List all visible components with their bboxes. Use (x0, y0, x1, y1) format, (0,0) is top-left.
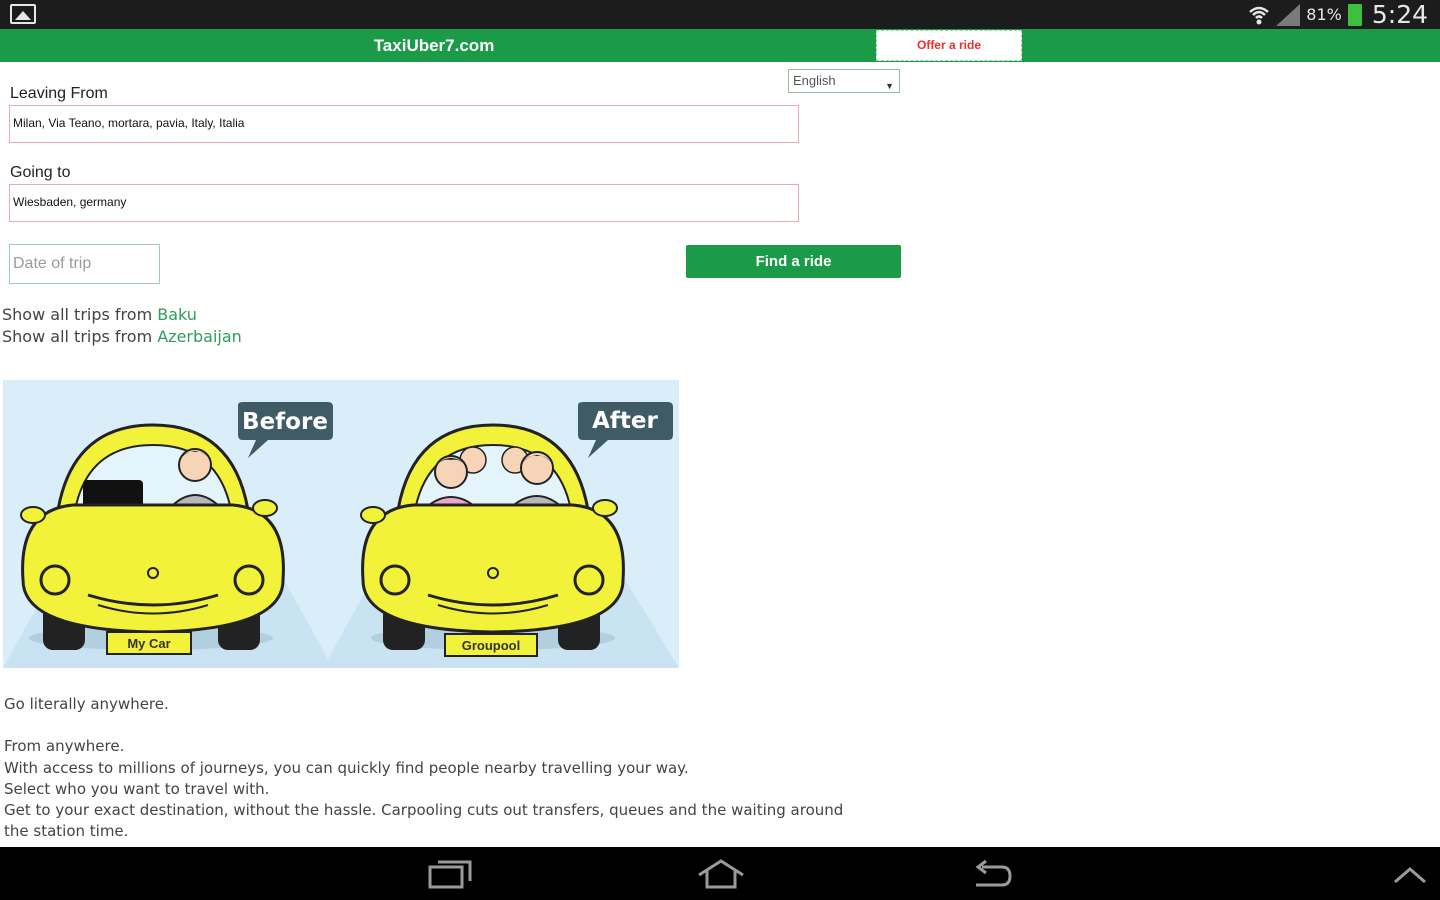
app-header: TaxiUber7.com Offer a ride (0, 29, 1440, 62)
right-car: Groupool (360, 423, 625, 657)
wifi-icon (1249, 6, 1270, 24)
clock: 5:24 (1371, 0, 1428, 29)
status-indicators: 81% 5:24 (1248, 0, 1428, 29)
system-navigation-bar (0, 847, 1440, 900)
description-line: With access to millions of journeys, you… (4, 759, 689, 777)
language-select[interactable]: English ▼ (788, 69, 900, 93)
going-to-input[interactable]: Wiesbaden, germany (9, 184, 799, 222)
trips-prefix: Show all trips from (2, 327, 158, 346)
description-line: Go literally anywhere. (4, 695, 169, 713)
status-bar: 81% 5:24 (0, 0, 1440, 29)
recent-apps-icon[interactable] (428, 859, 472, 889)
trips-prefix: Show all trips from (2, 305, 158, 324)
left-plate-text: My Car (127, 636, 170, 651)
before-label: Before (242, 409, 328, 435)
description-line: Get to your exact destination, without t… (4, 801, 844, 819)
language-selected-value: English (793, 73, 836, 88)
app-title[interactable]: TaxiUber7.com (0, 29, 868, 62)
going-to-label: Going to (10, 164, 71, 181)
trips-from-country-line: Show all trips from Azerbaijan (2, 327, 242, 346)
description-line: From anywhere. (4, 737, 125, 755)
leaving-from-input[interactable]: Milan, Via Teano, mortara, pavia, Italy,… (9, 105, 799, 143)
description-line: the station time. (4, 822, 129, 840)
chevron-down-icon: ▼ (885, 81, 894, 91)
chevron-up-icon[interactable] (1392, 865, 1428, 885)
leaving-from-label: Leaving From (10, 85, 108, 102)
right-plate-text: Groupool (462, 638, 521, 653)
after-label: After (592, 408, 658, 434)
carpool-illustration-svg: My Car Before Groupool After (3, 402, 679, 668)
battery-percent: 81% (1306, 5, 1342, 24)
baku-link[interactable]: Baku (157, 305, 197, 324)
back-icon[interactable] (972, 859, 1014, 889)
find-ride-button[interactable]: Find a ride (686, 245, 901, 278)
battery-icon (1347, 3, 1362, 26)
date-of-trip-input[interactable]: Date of trip (9, 244, 160, 284)
before-after-carpool-illustration: My Car Before Groupool After (3, 380, 679, 668)
left-car: My Car (20, 423, 285, 655)
before-speech-bubble: Before (238, 402, 333, 458)
after-speech-bubble: After (578, 402, 673, 458)
home-icon[interactable] (696, 859, 746, 889)
cell-signal-icon (1276, 3, 1301, 26)
offer-ride-tab[interactable]: Offer a ride (876, 30, 1022, 61)
trips-from-city-line: Show all trips from Baku (2, 305, 197, 324)
gallery-notification-icon (10, 4, 36, 24)
description-line: Select who you want to travel with. (4, 780, 270, 798)
azerbaijan-link[interactable]: Azerbaijan (157, 327, 242, 346)
